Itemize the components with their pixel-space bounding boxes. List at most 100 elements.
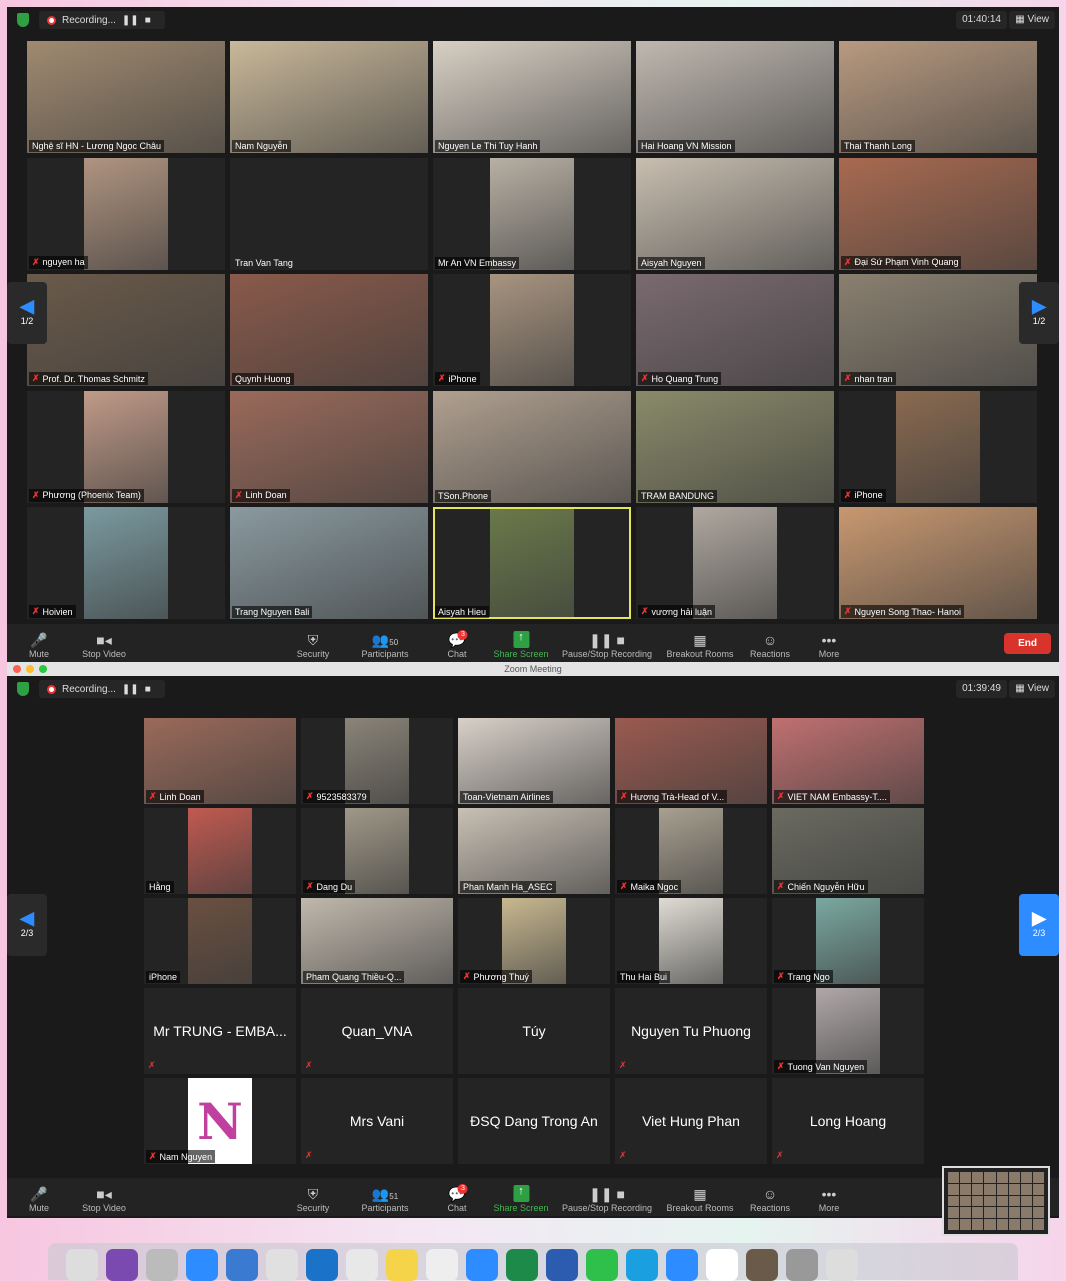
participant-tile[interactable]: Nguyen Le Thi Tuy Hanh	[433, 41, 631, 153]
breakout-rooms-button[interactable]: ▦ Breakout Rooms	[666, 1186, 733, 1213]
dock-app-icon[interactable]	[306, 1249, 338, 1281]
participant-tile[interactable]: Hai Hoang VN Mission	[636, 41, 834, 153]
participant-tile[interactable]: Mr TRUNG - EMBA... ✗	[144, 988, 296, 1074]
participant-tile[interactable]: ✗ VIET NAM Embassy-T....	[772, 718, 924, 804]
dock-app-icon[interactable]	[826, 1249, 858, 1281]
dock-app-icon[interactable]	[106, 1249, 138, 1281]
dock-app-icon[interactable]	[626, 1249, 658, 1281]
end-meeting-button[interactable]: End	[1004, 633, 1051, 654]
participant-tile[interactable]: ✗ Đại Sứ Phạm Vinh Quang	[839, 157, 1037, 270]
participant-tile[interactable]: Toan-Vietnam Airlines	[458, 718, 610, 804]
screen-share-thumbnail[interactable]	[942, 1166, 1050, 1236]
participant-tile[interactable]: Aisyah Hieu	[433, 507, 631, 619]
dock-app-icon[interactable]	[586, 1249, 618, 1281]
security-button[interactable]: ⛨ Security	[297, 1186, 330, 1213]
dock-app-icon[interactable]	[346, 1249, 378, 1281]
dock-app-icon[interactable]	[426, 1249, 458, 1281]
dock-app-icon[interactable]	[666, 1249, 698, 1281]
participant-tile[interactable]: ✗ vương hải luận	[636, 507, 834, 619]
mute-button[interactable]: 🎤 Mute	[29, 632, 49, 659]
dock-app-icon[interactable]	[506, 1249, 538, 1281]
participant-tile[interactable]: Túy	[458, 988, 610, 1074]
participant-tile[interactable]: Thu Hai Bui	[615, 898, 767, 984]
dock-app-icon[interactable]	[386, 1249, 418, 1281]
participant-tile[interactable]: Long Hoang ✗	[772, 1078, 924, 1164]
dock-app-icon[interactable]	[186, 1249, 218, 1281]
participant-tile[interactable]: ✗ Maika Ngoc	[615, 808, 767, 894]
participant-tile[interactable]: ✗ 9523583379	[301, 718, 453, 804]
dock-app-icon[interactable]	[226, 1249, 258, 1281]
stop-video-button[interactable]: ■◂ Stop Video	[82, 1186, 126, 1213]
chat-button[interactable]: 💬 3 Chat	[447, 630, 468, 659]
dock-app-icon[interactable]	[146, 1249, 178, 1281]
participant-tile[interactable]: Quynh Huong	[230, 274, 428, 386]
participant-tile[interactable]: ✗ Linh Doan	[230, 390, 428, 503]
participant-tile[interactable]: Nguyen Tu Phuong ✗	[615, 988, 767, 1074]
share-screen-button[interactable]: ↑ Share Screen	[493, 1185, 549, 1213]
participant-tile[interactable]: Tran Van Tang	[230, 157, 428, 270]
stop-recording-icon[interactable]: ■	[145, 684, 151, 695]
participant-tile[interactable]: ✗ Nguyen Song Thao- Hanoi	[839, 507, 1037, 619]
participant-tile[interactable]: ✗ Dang Du	[301, 808, 453, 894]
participant-tile[interactable]: ✗ nhan tran	[839, 274, 1037, 386]
pause-recording-icon[interactable]: ❚❚	[122, 15, 139, 26]
view-button[interactable]: ▦ View	[1009, 680, 1055, 698]
dock-app-icon[interactable]	[746, 1249, 778, 1281]
participant-tile[interactable]: Viet Hung Phan ✗	[615, 1078, 767, 1164]
participant-tile[interactable]: ✗ nguyen ha	[27, 157, 225, 270]
view-button[interactable]: ▦ View	[1009, 11, 1055, 29]
next-page-button[interactable]: ▶ 2/3	[1019, 894, 1059, 956]
participant-tile[interactable]: Hằng	[144, 808, 296, 894]
prev-page-button[interactable]: ◀ 1/2	[7, 282, 47, 344]
minimize-window-button[interactable]	[26, 665, 34, 673]
pause-recording-icon[interactable]: ❚❚	[122, 684, 139, 695]
participant-tile[interactable]: TSon.Phone	[433, 390, 631, 503]
participant-tile[interactable]: ✗ Hương Trà-Head of V...	[615, 718, 767, 804]
participant-tile[interactable]: ✗ Linh Doan	[144, 718, 296, 804]
participant-tile[interactable]: Mrs Vani ✗	[301, 1078, 453, 1164]
dock-app-icon[interactable]	[706, 1249, 738, 1281]
more-button[interactable]: ••• More	[819, 1186, 840, 1213]
participant-tile[interactable]: Aisyah Nguyen	[636, 157, 834, 270]
participant-tile[interactable]: ✗ Prof. Dr. Thomas Schmitz	[27, 274, 225, 386]
pause-stop-recording-button[interactable]: ❚❚ ■ Pause/Stop Recording	[562, 1186, 652, 1213]
more-button[interactable]: ••• More	[819, 632, 840, 659]
dock-app-icon[interactable]	[66, 1249, 98, 1281]
participant-tile[interactable]: Quan_VNA ✗	[301, 988, 453, 1074]
dock-app-icon[interactable]	[546, 1249, 578, 1281]
stop-recording-icon[interactable]: ■	[145, 15, 151, 26]
prev-page-button[interactable]: ◀ 2/3	[7, 894, 47, 956]
participant-tile[interactable]: ✗ Ho Quang Trung	[636, 274, 834, 386]
dock-app-icon[interactable]	[266, 1249, 298, 1281]
participants-button[interactable]: 👥50 Participants	[361, 632, 408, 659]
participant-tile[interactable]: ✗ Chiến Nguyễn Hữu	[772, 808, 924, 894]
dock-app-icon[interactable]	[786, 1249, 818, 1281]
participant-tile[interactable]: Trang Nguyen Bali	[230, 507, 428, 619]
participant-tile[interactable]: Pham Quang Thiều-Q...	[301, 898, 453, 984]
participant-tile[interactable]: ✗ Phương Thuý	[458, 898, 610, 984]
close-window-button[interactable]	[13, 665, 21, 673]
participant-tile[interactable]: Phan Manh Ha_ASEC	[458, 808, 610, 894]
participant-tile[interactable]: Mr An VN Embassy	[433, 157, 631, 270]
participant-tile[interactable]: ✗ Phương (Phoenix Team)	[27, 390, 225, 503]
next-page-button[interactable]: ▶ 1/2	[1019, 282, 1059, 344]
participant-tile[interactable]: TRAM BANDUNG	[636, 390, 834, 503]
security-shield-icon[interactable]	[17, 682, 29, 696]
participant-tile[interactable]: iPhone	[144, 898, 296, 984]
dock-app-icon[interactable]	[466, 1249, 498, 1281]
breakout-rooms-button[interactable]: ▦ Breakout Rooms	[666, 632, 733, 659]
mute-button[interactable]: 🎤 Mute	[29, 1186, 49, 1213]
participants-button[interactable]: 👥51 Participants	[361, 1186, 408, 1213]
participant-tile[interactable]: Nam Nguyễn	[230, 41, 428, 153]
stop-video-button[interactable]: ■◂ Stop Video	[82, 632, 126, 659]
share-screen-button[interactable]: ↑ Share Screen	[493, 631, 549, 659]
participant-tile[interactable]: ĐSQ Dang Trong An	[458, 1078, 610, 1164]
participant-tile[interactable]: N ✗ Nam Nguyen	[144, 1078, 296, 1164]
participant-tile[interactable]: Thai Thanh Long	[839, 41, 1037, 153]
participant-tile[interactable]: ✗ iPhone	[839, 390, 1037, 503]
participant-tile[interactable]: ✗ Tuong Van Nguyen	[772, 988, 924, 1074]
participant-tile[interactable]: ✗ Hoivien	[27, 507, 225, 619]
participant-tile[interactable]: Nghệ sĩ HN - Lương Ngọc Châu	[27, 41, 225, 153]
maximize-window-button[interactable]	[39, 665, 47, 673]
security-shield-icon[interactable]	[17, 13, 29, 27]
